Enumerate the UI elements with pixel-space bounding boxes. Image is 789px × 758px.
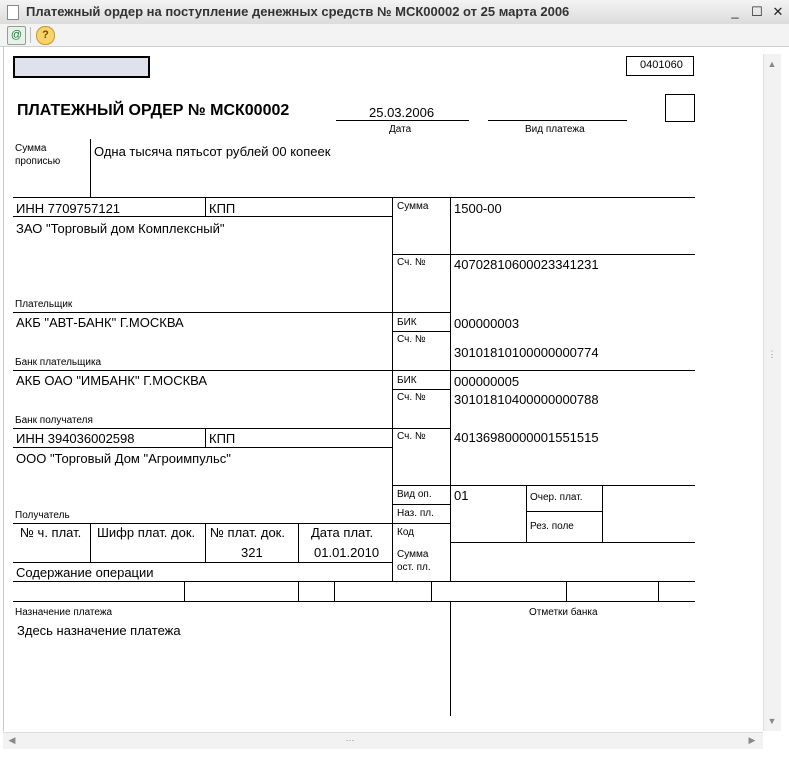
email-icon[interactable]: @ (7, 26, 26, 45)
priority-label: Очер. плат. (530, 492, 583, 503)
doc-date-label: Дата плат. (311, 525, 374, 540)
operation-content-label: Содержание операции (16, 565, 154, 580)
doc-no-label: № плат. док. (210, 525, 285, 540)
pay-purpose-label: Наз. пл. (397, 508, 434, 519)
payer-bik[interactable]: 000000003 (454, 316, 519, 331)
amount-words-label: Сумма прописью (15, 143, 61, 167)
doc-cipher-label: Шифр плат. док. (97, 525, 196, 540)
toolbar-separator (30, 27, 31, 43)
horizontal-scrollbar[interactable]: ◀ ⋯ ▶ (3, 732, 763, 749)
window-title: Платежный ордер на поступление денежных … (26, 4, 570, 19)
recipient-bik-label: БИК (397, 375, 417, 386)
minimize-button[interactable]: _ (726, 3, 744, 20)
balance-label: Сумма ост. пл. (397, 549, 431, 573)
payment-code-box[interactable] (665, 94, 695, 122)
scroll-down-icon[interactable]: ▼ (765, 716, 779, 726)
payer-account-label: Сч. № (397, 257, 426, 268)
date-label: Дата (389, 124, 412, 135)
doc-no-value[interactable]: 321 (241, 545, 263, 560)
payer-label: Плательщик (15, 299, 73, 310)
recipient-inn[interactable]: ИНН 394036002598 (16, 431, 135, 446)
payer-inn[interactable]: ИНН 7709757121 (16, 201, 120, 216)
document-icon (7, 5, 19, 20)
sum-label: Сумма (397, 201, 429, 212)
payer-bank[interactable]: АКБ "АВТ-БАНК" Г.МОСКВА (16, 315, 184, 330)
scroll-up-icon[interactable]: ▲ (765, 59, 779, 69)
sum-value[interactable]: 1500-00 (454, 201, 502, 216)
scroll-left-icon[interactable]: ◀ (5, 735, 19, 746)
maximize-button[interactable]: ☐ (748, 3, 766, 20)
payer-name[interactable]: ЗАО "Торговый дом Комплексный" (16, 221, 224, 236)
bank-marks-label: Отметки банка (529, 607, 598, 618)
payer-corr-account-label: Сч. № (397, 334, 426, 345)
payer-bank-label: Банк плательщика (15, 357, 102, 368)
payment-type-label: Вид платежа (525, 124, 585, 135)
recipient-account-label: Сч. № (397, 431, 426, 442)
recipient-label: Получатель (15, 510, 70, 521)
part-no-label: № ч. плат. (20, 525, 82, 540)
close-button[interactable]: ✕ (769, 3, 787, 20)
op-type-value[interactable]: 01 (454, 488, 468, 503)
code-label: Код (397, 527, 415, 538)
amount-words[interactable]: Одна тысяча пятьсот рублей 00 копеек (94, 144, 330, 159)
purpose-label: Назначение платежа (15, 607, 113, 618)
form-heading: ПЛАТЕЖНЫЙ ОРДЕР № МСК00002 (17, 102, 290, 119)
payer-corr-account[interactable]: 30101810100000000774 (454, 345, 599, 360)
payer-account[interactable]: 40702810600023341231 (454, 257, 599, 272)
recipient-corr-account[interactable]: 30101810400000000788 (454, 392, 599, 407)
recipient-kpp-label: КПП (209, 431, 236, 446)
okud-code: 0401060 (640, 59, 683, 71)
reserve-label: Рез. поле (530, 521, 574, 532)
recipient-bank[interactable]: АКБ ОАО "ИМБАНК" Г.МОСКВА (16, 373, 207, 388)
recipient-name[interactable]: ООО "Торговый Дом "Агроимпульс" (16, 451, 231, 466)
recipient-bik[interactable]: 000000005 (454, 374, 519, 389)
document-area: 0401060 ПЛАТЕЖНЫЙ ОРДЕР № МСК00002 25.03… (3, 47, 764, 731)
op-type-label: Вид оп. (397, 489, 432, 500)
scroll-grip-icon[interactable]: ⋮ (765, 349, 779, 360)
purpose-value[interactable]: Здесь назначение платежа (17, 623, 181, 638)
help-button[interactable]: ? (36, 26, 55, 45)
title-bar: Платежный ордер на поступление денежных … (0, 0, 789, 25)
bank-receipt-stamp-field[interactable] (13, 56, 150, 78)
scroll-grip-icon[interactable]: ⋯ (343, 735, 357, 746)
toolbar: @ ? (0, 24, 789, 47)
recipient-bank-label: Банк получателя (15, 415, 93, 426)
payer-kpp-label: КПП (209, 201, 236, 216)
doc-date-value[interactable]: 01.01.2010 (314, 545, 379, 560)
vertical-scrollbar[interactable]: ▲ ⋮ ▼ (763, 54, 781, 731)
recipient-account[interactable]: 40136980000001551515 (454, 430, 599, 445)
scroll-right-icon[interactable]: ▶ (745, 735, 759, 746)
payer-bik-label: БИК (397, 317, 417, 328)
date-value[interactable]: 25.03.2006 (369, 105, 434, 120)
recipient-corr-account-label: Сч. № (397, 392, 426, 403)
